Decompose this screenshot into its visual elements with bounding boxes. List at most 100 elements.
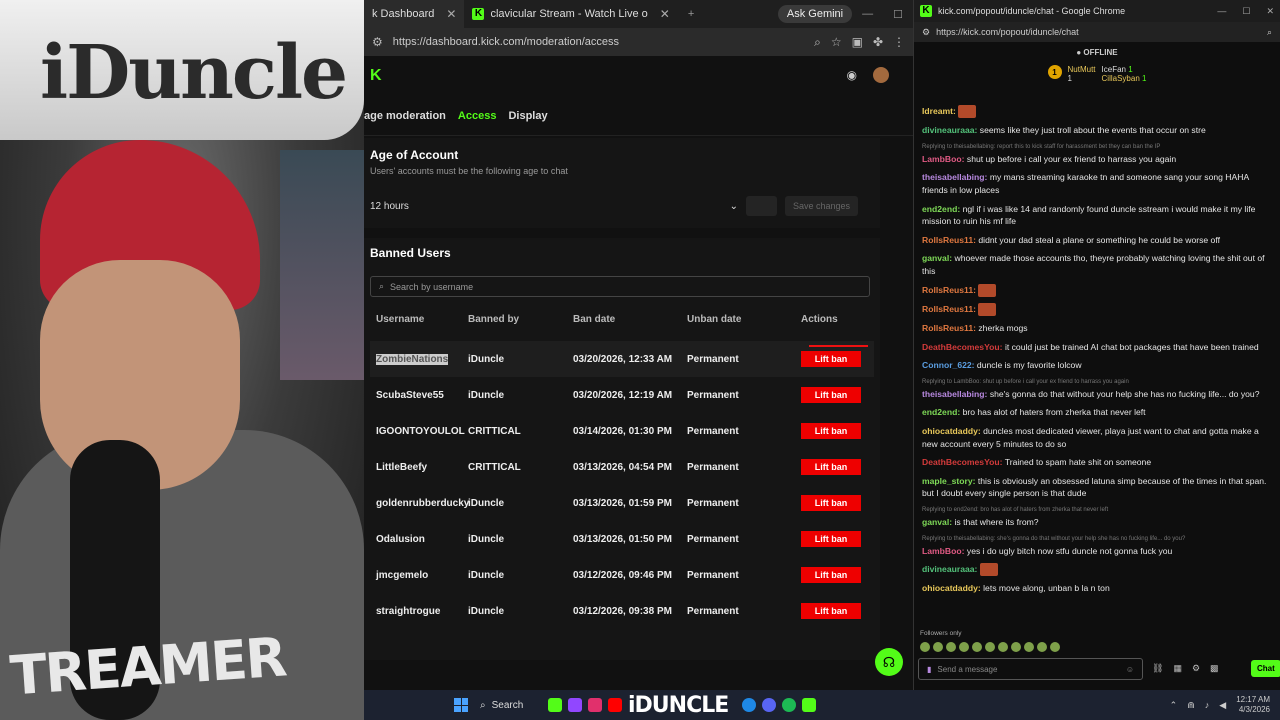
clock[interactable]: 12:17 AM 4/3/2026: [1236, 695, 1270, 715]
tab-clavicular-stream[interactable]: K clavicular Stream - Watch Live o ✕: [464, 0, 677, 28]
kick-logo-icon[interactable]: K: [370, 67, 382, 85]
chat-username[interactable]: DeathBecomesYou:: [922, 457, 1003, 467]
chat-username[interactable]: theisabellabing:: [922, 389, 987, 399]
emote-icon[interactable]: [972, 642, 982, 652]
lift-ban-button[interactable]: Lift ban: [801, 603, 861, 619]
col-unban-date[interactable]: Unban date: [687, 314, 801, 325]
lift-ban-button[interactable]: Lift ban: [801, 459, 861, 475]
windows-start-icon[interactable]: [454, 698, 468, 712]
bookmark-star-icon[interactable]: ☆: [831, 35, 842, 49]
twitch-app-icon[interactable]: [568, 698, 582, 712]
emote-icon[interactable]: [985, 642, 995, 652]
taskbar-search[interactable]: ⌕ Search: [480, 700, 540, 711]
minimize-icon[interactable]: —: [852, 8, 883, 20]
chat-username[interactable]: end2end:: [922, 204, 960, 214]
chat-username[interactable]: theisabellabing:: [922, 172, 987, 182]
lift-ban-button[interactable]: Lift ban: [801, 423, 861, 439]
zoom-icon[interactable]: ⌕: [814, 35, 821, 50]
row-username[interactable]: goldenrubberducky: [370, 498, 469, 509]
row-username[interactable]: ScubaSteve55: [370, 390, 468, 401]
lift-ban-button[interactable]: Lift ban: [801, 531, 861, 547]
col-username[interactable]: Username: [370, 314, 468, 325]
wifi-icon[interactable]: ⋒: [1187, 700, 1195, 711]
maximize-icon[interactable]: ☐: [1242, 6, 1250, 17]
close-icon[interactable]: ✕: [1266, 6, 1274, 17]
chat-username[interactable]: divineauraaa:: [922, 564, 977, 574]
chat-url[interactable]: https://kick.com/popout/iduncle/chat: [936, 27, 1079, 37]
kick-app-icon[interactable]: [548, 698, 562, 712]
emote-icon[interactable]: [1050, 642, 1060, 652]
tab-message-moderation[interactable]: age moderation: [364, 110, 446, 122]
gear-icon[interactable]: ⚙: [1192, 663, 1200, 674]
lift-ban-button[interactable]: Lift ban: [801, 387, 861, 403]
emote-icon[interactable]: [1024, 642, 1034, 652]
zoom-icon[interactable]: ⌕: [1267, 27, 1272, 38]
site-info-icon[interactable]: ⚙: [922, 27, 930, 38]
chat-username[interactable]: RollsReus11:: [922, 285, 976, 295]
chat-username[interactable]: LambBoo:: [922, 154, 965, 164]
chat-message-input[interactable]: ▮ Send a message ☺: [918, 658, 1143, 680]
chat-username[interactable]: divineauraaa:: [922, 125, 977, 135]
chat-username[interactable]: RollsReus11:: [922, 323, 976, 333]
help-chat-icon[interactable]: ☊: [875, 648, 903, 676]
chat-username[interactable]: ohiocatdaddy:: [922, 583, 981, 593]
row-username[interactable]: Odalusion: [370, 534, 468, 545]
url-text[interactable]: https://dashboard.kick.com/moderation/ac…: [393, 36, 804, 48]
notification-icon[interactable]: ◉: [847, 68, 857, 82]
gifter-1-name[interactable]: NutMutt: [1068, 65, 1096, 74]
youtube-app-icon[interactable]: [608, 698, 622, 712]
close-icon[interactable]: ✕: [660, 7, 670, 21]
row-username[interactable]: LittleBeefy: [370, 462, 468, 473]
site-info-icon[interactable]: ⚙: [372, 35, 383, 49]
col-ban-date[interactable]: Ban date: [573, 314, 687, 325]
chat-username[interactable]: Idreamt:: [922, 106, 956, 116]
emote-icon[interactable]: [1037, 642, 1047, 652]
kick-app-icon[interactable]: [802, 698, 817, 712]
row-username[interactable]: jmcgemelo: [370, 570, 468, 581]
row-username[interactable]: IGOONTOYOULOL: [370, 426, 468, 437]
gifter-3-name[interactable]: CillaSyban: [1102, 74, 1140, 83]
mic-icon[interactable]: ♪: [1205, 700, 1210, 710]
row-username[interactable]: ZombieNations: [370, 353, 468, 365]
emoji-icon[interactable]: ☺: [1126, 665, 1134, 674]
tab-dashboard[interactable]: k Dashboard ✕: [364, 0, 465, 28]
lift-ban-button[interactable]: Lift ban: [801, 351, 861, 367]
chat-username[interactable]: DeathBecomesYou:: [922, 342, 1003, 352]
gifter-2-name[interactable]: IceFan: [1102, 65, 1126, 74]
emote-icon[interactable]: [920, 642, 930, 652]
chat-username[interactable]: ganval:: [922, 253, 952, 263]
discord-app-icon[interactable]: [762, 698, 777, 712]
link-icon[interactable]: ⛓: [1152, 663, 1163, 674]
row-username[interactable]: straightrogue: [370, 606, 468, 617]
reset-button[interactable]: [746, 196, 778, 216]
extension-icon[interactable]: ▣: [852, 35, 863, 49]
menu-dots-icon[interactable]: ⋮: [893, 35, 905, 49]
col-banned-by[interactable]: Banned by: [468, 314, 573, 325]
emote-icon[interactable]: [959, 642, 969, 652]
new-tab-icon[interactable]: +: [678, 8, 704, 20]
chat-username[interactable]: Connor_622:: [922, 360, 975, 370]
chat-username[interactable]: RollsReus11:: [922, 304, 976, 314]
save-changes-button[interactable]: Save changes: [785, 196, 859, 216]
maximize-icon[interactable]: ☐: [883, 8, 913, 21]
emote-icon[interactable]: [933, 642, 943, 652]
instagram-app-icon[interactable]: [588, 698, 602, 712]
chat-username[interactable]: LambBoo:: [922, 546, 965, 556]
tab-access[interactable]: Access: [458, 110, 497, 122]
edge-app-icon[interactable]: [742, 698, 757, 712]
chat-username[interactable]: end2end:: [922, 407, 960, 417]
age-select[interactable]: 12 hours ⌄: [370, 201, 738, 212]
spotify-app-icon[interactable]: [782, 698, 797, 712]
calendar-icon[interactable]: ▦: [1173, 663, 1182, 674]
gift-icon[interactable]: ▩: [1210, 663, 1219, 674]
chat-username[interactable]: RollsReus11:: [922, 235, 976, 245]
lift-ban-button[interactable]: Lift ban: [801, 567, 861, 583]
chat-address-bar[interactable]: ⚙ https://kick.com/popout/iduncle/chat ⌕: [914, 22, 1280, 42]
puzzle-icon[interactable]: ✤: [873, 35, 883, 49]
emote-icon[interactable]: [946, 642, 956, 652]
emote-icon[interactable]: [1011, 642, 1021, 652]
volume-icon[interactable]: ◀: [1219, 700, 1226, 711]
ask-gemini-button[interactable]: Ask Gemini: [777, 5, 853, 23]
avatar[interactable]: [873, 67, 889, 83]
minimize-icon[interactable]: —: [1217, 6, 1226, 17]
